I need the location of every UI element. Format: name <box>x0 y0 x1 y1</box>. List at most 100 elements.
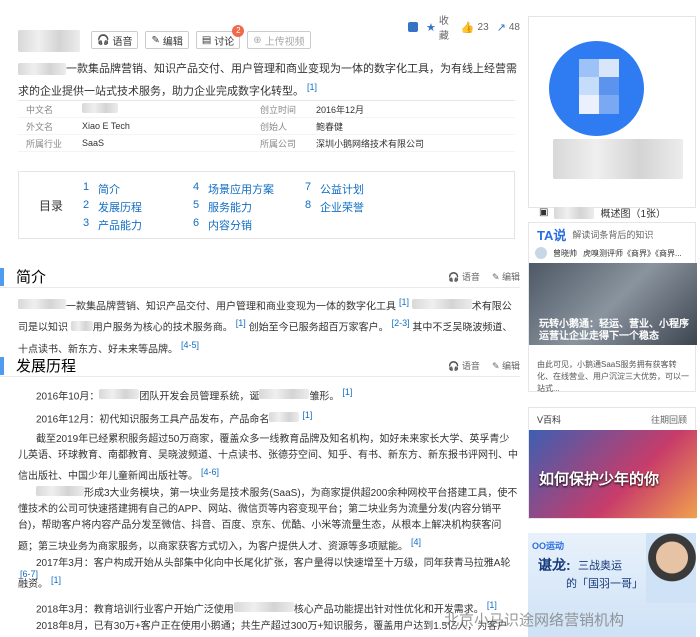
v-baike-more-link[interactable]: 往期回顾 <box>651 413 687 426</box>
redacted-text <box>70 320 93 331</box>
like-count: 23 <box>477 21 489 33</box>
edit-button[interactable]: ✎ 编辑 <box>492 270 520 283</box>
ta-says-card[interactable]: TA说 解读词条背后的知识 曾晓帅 虎嗅测评师《商界》《商界... 玩转小鹅通：… <box>528 222 697 393</box>
toc-number: 7 <box>305 181 312 193</box>
summary-album[interactable]: ▣ 概述图（1张） <box>528 16 696 220</box>
toc-item[interactable]: 3 产品能力 <box>83 217 193 235</box>
plus-circle-icon: ⊕ <box>253 34 262 46</box>
toc-item[interactable]: 2 发展历程 <box>83 199 193 217</box>
toc-label: 目录 <box>38 198 63 213</box>
section-title-intro: 简介 🎧 语音 ✎ 编辑 <box>0 266 520 288</box>
redacted-text <box>233 602 294 613</box>
intro-text: 一款集品牌营销、知识产品交付、用户管理和商业变现为一体的数字化工具 <box>66 301 396 313</box>
promo-line: 的「国羽一哥」 <box>566 578 643 590</box>
info-key: 外文名 <box>26 121 54 132</box>
upload-video-button[interactable]: ⊕ 上传视频 <box>247 31 311 49</box>
reference-link[interactable]: [1] <box>302 410 312 420</box>
ta-tagline: 解读词条背后的知识 <box>572 229 654 240</box>
voice-button[interactable]: 🎧 语音 <box>448 270 480 283</box>
v-baike-header: V百科 往期回顾 <box>529 408 695 430</box>
intro-text: 用户服务为核心的技术服务商。 <box>92 322 233 334</box>
toc-text: 公益计划 <box>320 184 364 196</box>
author-meta: 虎嗅测评师《商界》《商界... <box>583 248 682 258</box>
reference-link[interactable]: [1] <box>307 82 317 92</box>
redacted-text <box>36 486 84 496</box>
reference-link[interactable]: [4-5] <box>181 340 199 350</box>
redacted-text <box>554 206 595 219</box>
toc-item[interactable]: 7 公益计划 <box>305 181 415 199</box>
upload-video-label: 上传视频 <box>264 36 305 48</box>
promo-logo: OO运动 <box>532 541 565 551</box>
discuss-label: 讨论 <box>214 36 235 48</box>
voice-label: 语音 <box>461 272 480 282</box>
toc-number: 3 <box>83 217 90 229</box>
edit-button[interactable]: ✎ 编辑 <box>145 31 189 49</box>
album-icon: ▣ <box>539 207 549 218</box>
toc-item[interactable]: 6 内容分销 <box>193 217 305 235</box>
discuss-icon: ▤ <box>201 34 212 46</box>
basic-info: 中文名 创立时间 2016年12月 外文名 Xiao E Tech 创始人 鲍春… <box>18 100 515 152</box>
favorite-button[interactable]: ★ 收藏 <box>426 12 453 42</box>
reference-link[interactable]: [6-7] <box>20 569 38 579</box>
plus-icon <box>408 22 418 32</box>
author-name: 曾晓帅 <box>553 248 577 258</box>
toc-text: 内容分销 <box>208 220 252 232</box>
toc-text: 发展历程 <box>98 202 142 214</box>
toc-number: 4 <box>193 181 200 193</box>
section-heading: 发展历程 <box>16 358 77 375</box>
share-icon: ↗ <box>496 21 506 34</box>
avatar <box>535 247 547 259</box>
toc-text: 企业荣誉 <box>320 202 364 214</box>
album-caption[interactable]: ▣ 概述图（1张） <box>539 205 666 220</box>
toc-number: 2 <box>83 199 90 211</box>
info-value: SaaS <box>82 138 105 148</box>
history-item: 2016年10月： 团队开发会员管理系统，诞 雏形。 [1] <box>36 384 506 405</box>
v-baike-banner-text[interactable]: 如何保护少年的你 <box>539 468 659 489</box>
history-text: 雏形。 <box>309 391 340 403</box>
edit-label: 编辑 <box>162 36 183 48</box>
reference-link[interactable]: [2-3] <box>392 318 410 328</box>
ta-author: 曾晓帅 虎嗅测评师《商界》《商界... <box>529 245 695 261</box>
history-text: 形成3大业务模块，第一块业务是技术服务(SaaS)，为商家提供超200余种网校平… <box>18 488 518 553</box>
toc-item[interactable]: 1 简介 <box>83 181 193 199</box>
promo-name: 谌龙: <box>538 557 571 573</box>
reference-link[interactable]: [1] <box>342 387 352 397</box>
pencil-icon: ✎ <box>151 34 160 46</box>
voice-button[interactable]: 🎧 语音 <box>448 359 480 372</box>
toc-item[interactable]: 4 场景应用方案 <box>193 181 305 199</box>
album-caption-text: 概述图（1张） <box>600 209 667 220</box>
reference-link[interactable]: [1] <box>399 297 409 307</box>
v-baike-card: V百科 往期回顾 如何保护少年的你 <box>528 407 697 519</box>
logo-mosaic <box>579 59 619 114</box>
like-button[interactable]: 👍 23 <box>461 21 489 34</box>
toc-item[interactable]: 8 企业荣誉 <box>305 199 415 217</box>
toc-item[interactable]: 5 服务能力 <box>193 199 305 217</box>
edit-button[interactable]: ✎ 编辑 <box>492 359 520 372</box>
promo-person-image <box>646 533 696 603</box>
toc-text: 简介 <box>98 184 120 196</box>
history-text: 截至2019年已经累积服务超过50万商家，覆盖众多一线教育品牌及知名机构，如好未… <box>18 434 518 483</box>
toc-number: 5 <box>193 199 200 211</box>
info-value: 2016年12月 <box>316 104 365 115</box>
share-count: 48 <box>508 21 520 33</box>
ta-article-title[interactable]: 玩转小鹅通：轻运、营业、小程序运营让企业走得下一个稳态 <box>539 319 694 343</box>
history-text: 2016年12月：初代知识服务工具产品发布，产品命名 <box>36 414 270 426</box>
ta-logo: TA说 <box>537 227 567 243</box>
share-button[interactable]: ↗ 48 <box>497 21 520 34</box>
discuss-button[interactable]: ▤ 讨论 2 <box>195 25 245 49</box>
toc-columns: 1 简介 2 发展历程 3 产品能力 4 场景应用方案 5 服务能力 6 内容分销 7 公益计… <box>83 172 415 238</box>
add-button[interactable] <box>408 22 418 32</box>
voice-button[interactable]: 🎧 语音 <box>91 31 139 49</box>
reference-link[interactable]: [4] <box>411 537 421 547</box>
reference-link[interactable]: [1] <box>236 318 246 328</box>
info-value <box>82 103 252 115</box>
toc-column: 7 公益计划 8 企业荣誉 <box>305 181 415 238</box>
section-title-history: 发展历程 🎧 语音 ✎ 编辑 <box>0 355 520 377</box>
reference-link[interactable]: [4-6] <box>201 467 219 477</box>
toc-number: 6 <box>193 217 200 229</box>
entry-toolbar: ★ 收藏 👍 23 ↗ 48 <box>408 12 520 42</box>
edit-label: 编辑 <box>501 272 520 282</box>
toc-text: 服务能力 <box>208 202 252 214</box>
title-actions: 🎧 语音 ✎ 编辑 ▤ 讨论 2 ⊕ 上传视频 <box>91 25 311 49</box>
history-item: 截至2019年已经累积服务超过50万商家，覆盖众多一线教育品牌及知名机构，如好未… <box>18 432 518 485</box>
